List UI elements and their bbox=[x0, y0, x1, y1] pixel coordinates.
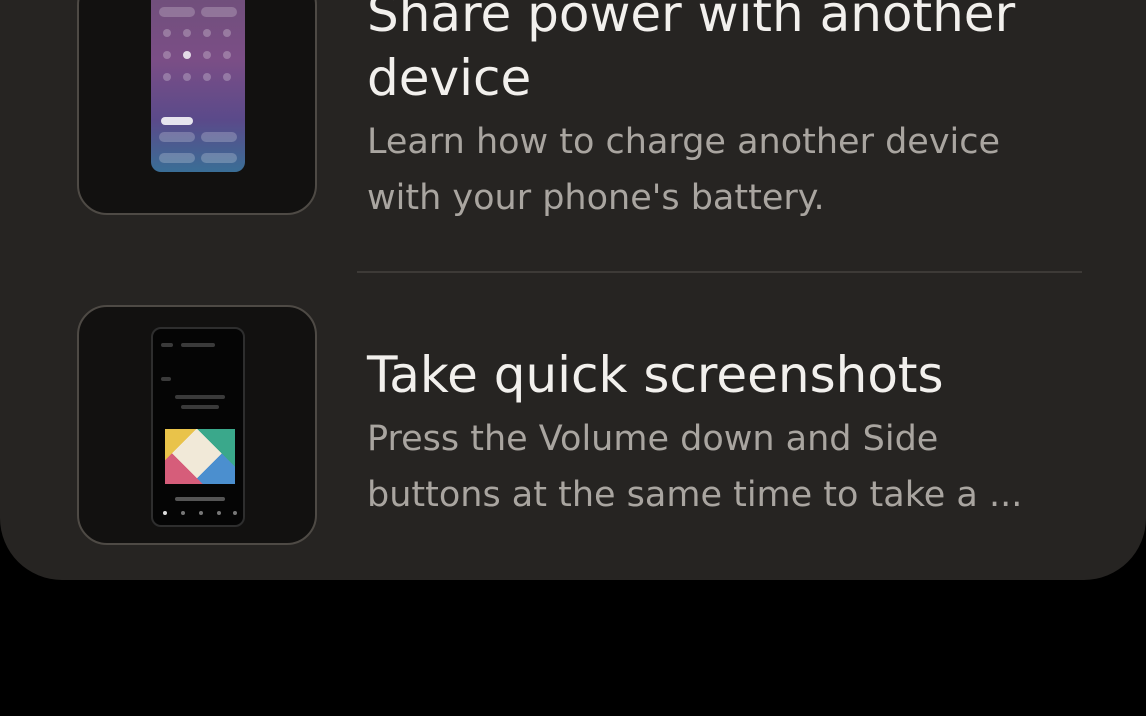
tip-description: Press the Volume down and Side buttons a… bbox=[367, 419, 1023, 515]
tip-text-share-power: Share power with another device Learn ho… bbox=[367, 0, 1086, 226]
tip-title: Take quick screenshots bbox=[367, 346, 944, 404]
phone-screenshot-image bbox=[151, 327, 245, 527]
tip-item-share-power[interactable]: Share power with another device Learn ho… bbox=[0, 0, 1146, 275]
divider bbox=[357, 271, 1082, 273]
tip-text-screenshots: Take quick screenshots Press the Volume … bbox=[367, 343, 1086, 523]
tip-title: Share power with another device bbox=[367, 0, 1016, 107]
phone-quick-panel-image bbox=[151, 0, 245, 172]
tip-thumbnail-screenshots bbox=[77, 305, 317, 545]
tip-thumbnail-share-power bbox=[77, 0, 317, 215]
tip-item-screenshots[interactable]: Take quick screenshots Press the Volume … bbox=[0, 305, 1146, 550]
tip-description: Learn how to charge another device with … bbox=[367, 122, 1001, 218]
